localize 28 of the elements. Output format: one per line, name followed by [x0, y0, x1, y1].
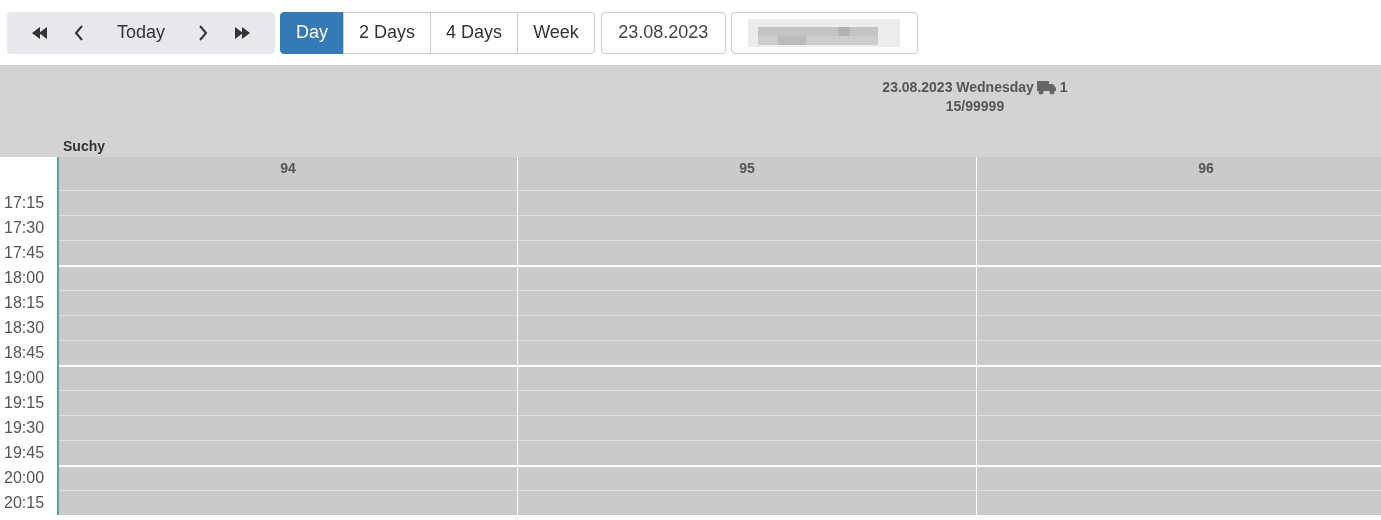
- time-label: 18:30: [3, 318, 46, 338]
- time-label: 17:15: [3, 193, 46, 213]
- time-label: 17:30: [3, 218, 46, 238]
- time-label: 20:00: [3, 468, 46, 488]
- view-tab[interactable]: 4 Days: [430, 11, 519, 54]
- capacity-text: 15/99999: [945, 98, 1005, 114]
- time-label: 18:00: [3, 268, 46, 288]
- truck-icon: [1036, 79, 1057, 95]
- view-tab[interactable]: Week: [517, 11, 595, 54]
- filter-field[interactable]: [730, 11, 918, 54]
- time-label: 20:15: [3, 493, 46, 513]
- time-label: 19:45: [3, 443, 46, 463]
- resource-name: Suchy: [63, 138, 105, 154]
- time-label: 19:15: [3, 393, 46, 413]
- time-label: 19:00: [3, 368, 46, 388]
- day-date: 23.08.2023 Wednesday: [882, 79, 1034, 95]
- column-header: 95: [518, 157, 976, 180]
- column-header: 94: [59, 157, 517, 180]
- truck-count: 1: [1059, 79, 1068, 95]
- view-tab[interactable]: Day: [280, 11, 345, 54]
- column-header: 96: [977, 157, 1381, 180]
- time-label: 18:15: [3, 293, 46, 313]
- time-label: 18:45: [3, 343, 46, 363]
- time-label: 19:30: [3, 418, 46, 438]
- date-field[interactable]: 23.08.2023: [600, 11, 726, 54]
- time-label: 17:45: [3, 243, 46, 263]
- today-button[interactable]: Today: [97, 11, 186, 54]
- view-tab[interactable]: 2 Days: [343, 11, 432, 54]
